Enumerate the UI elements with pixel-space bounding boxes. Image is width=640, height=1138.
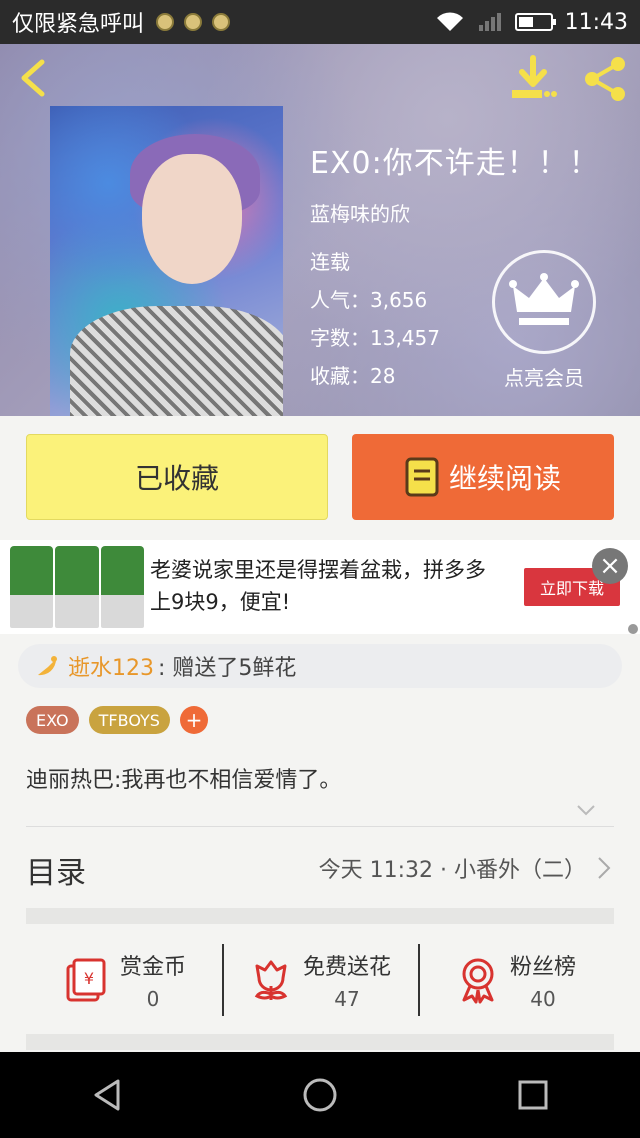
ad-image	[10, 546, 144, 628]
latest-chapter[interactable]: 今天 11:32 · 小番外（二）	[319, 852, 612, 884]
expand-intro-button[interactable]	[574, 798, 598, 822]
cover-figure-face	[142, 154, 242, 284]
word-count-row: 字数：13,457	[310, 322, 440, 351]
flower-gift-icon	[38, 656, 57, 676]
plant-image	[10, 546, 54, 628]
download-button[interactable]	[508, 54, 558, 104]
clock: 11:43	[564, 9, 628, 35]
free-flowers-stat[interactable]: 免费送花 47	[222, 930, 418, 1030]
share-button[interactable]	[580, 54, 630, 104]
book-author[interactable]: 蓝梅味的欣	[310, 198, 410, 227]
circle-home-icon	[303, 1078, 337, 1112]
collected-button[interactable]: 已收藏	[26, 434, 328, 520]
popularity-label: 人气：	[310, 288, 370, 312]
back-button[interactable]	[14, 56, 54, 100]
reward-coins-stat[interactable]: ¥ 赏金币 0	[26, 930, 222, 1030]
notification-icon	[156, 13, 175, 31]
carrier-text: 仅限紧急呼叫	[12, 12, 145, 37]
plant-image	[55, 546, 99, 628]
medal-icon	[462, 958, 494, 1004]
favorites-row: 收藏：28	[310, 360, 395, 389]
notification-icon	[184, 13, 203, 31]
latest-chapter-text: 今天 11:32 · 小番外（二）	[318, 858, 586, 883]
tag-exo[interactable]: EXO	[26, 706, 79, 734]
book-header: EX0:你不许走！！！ 蓝梅味的欣 连载 人气：3,656 字数：13,457 …	[0, 44, 640, 416]
book-title: EX0:你不许走！！！	[310, 146, 600, 181]
chevron-down-icon	[577, 805, 595, 816]
collected-label: 已收藏	[134, 462, 219, 495]
fan-ranking-stat[interactable]: 粉丝榜 40	[418, 930, 614, 1030]
continue-reading-label: 继续阅读	[448, 462, 561, 495]
wifi-icon	[436, 12, 463, 31]
plant-image	[100, 546, 144, 628]
section-divider	[26, 908, 614, 924]
download-icon	[512, 55, 557, 98]
cover-figure-body	[70, 306, 283, 416]
nav-back-button[interactable]	[87, 1075, 127, 1115]
action-bar: 已收藏 继续阅读	[0, 416, 640, 538]
free-flowers-label: 免费送花	[302, 955, 391, 980]
gift-message: : 赠送了5鲜花	[158, 656, 297, 681]
divider	[26, 826, 614, 827]
nav-home-button[interactable]	[300, 1075, 340, 1115]
popularity-value: 3,656	[370, 288, 428, 312]
section-divider	[26, 1034, 614, 1050]
word-count-value: 13,457	[370, 326, 440, 350]
favorites-label: 收藏：	[310, 364, 370, 388]
triangle-back-icon	[94, 1079, 120, 1111]
book-intro: 迪丽热巴:我再也不相信爱情了。	[26, 768, 342, 793]
fan-ranking-label: 粉丝榜	[509, 955, 576, 980]
add-tag-button[interactable]: +	[179, 706, 208, 734]
tag-tfboys[interactable]: TFBOYS	[88, 706, 170, 734]
reward-coins-label: 赏金币	[119, 955, 186, 980]
toc-label[interactable]: 目录	[26, 848, 86, 892]
svg-text:¥: ¥	[84, 969, 94, 988]
system-nav-bar	[0, 1052, 640, 1138]
book-icon	[405, 457, 439, 497]
word-count-label: 字数：	[310, 326, 370, 350]
fan-ranking-value: 40	[530, 987, 556, 1011]
tag-list: EXO TFBOYS +	[26, 706, 208, 734]
ad-text: 老婆说家里还是得摆着盆栽，拼多多上9块9，便宜!	[150, 558, 486, 614]
notification-icon	[212, 13, 231, 31]
ad-info-icon[interactable]	[628, 624, 638, 634]
gift-user[interactable]: 逝水123	[68, 650, 154, 682]
share-icon	[585, 57, 625, 101]
ad-close-button[interactable]: ×	[592, 548, 628, 584]
book-cover[interactable]	[50, 106, 283, 416]
red-envelope-icon: ¥	[66, 958, 106, 1002]
vip-button[interactable]	[492, 250, 596, 354]
notification-icons	[156, 13, 231, 31]
close-icon: ×	[599, 551, 621, 581]
popularity-row: 人气：3,656	[310, 284, 427, 313]
signal-icon	[478, 13, 501, 31]
flower-icon	[254, 960, 288, 1000]
vip-label: 点亮会员	[504, 366, 584, 390]
book-status: 连载	[310, 250, 350, 274]
square-recents-icon	[518, 1080, 548, 1110]
favorites-value: 28	[370, 364, 396, 388]
chevron-right-icon	[598, 857, 611, 879]
status-bar: 仅限紧急呼叫 11:43	[0, 0, 640, 44]
ad-banner[interactable]: 老婆说家里还是得摆着盆栽，拼多多上9块9，便宜! 立即下载	[0, 540, 640, 634]
gift-banner: 逝水123 : 赠送了5鲜花	[18, 644, 622, 688]
crown-icon	[509, 273, 579, 325]
free-flowers-value: 47	[334, 987, 360, 1011]
battery-icon	[514, 13, 556, 31]
reward-coins-value: 0	[146, 987, 160, 1011]
nav-recents-button[interactable]	[513, 1075, 553, 1115]
continue-reading-button[interactable]: 继续阅读	[352, 434, 614, 520]
back-arrow-icon	[21, 59, 45, 97]
stats-row: ¥ 赏金币 0 免费送花 47 粉丝榜 40	[26, 930, 614, 1030]
